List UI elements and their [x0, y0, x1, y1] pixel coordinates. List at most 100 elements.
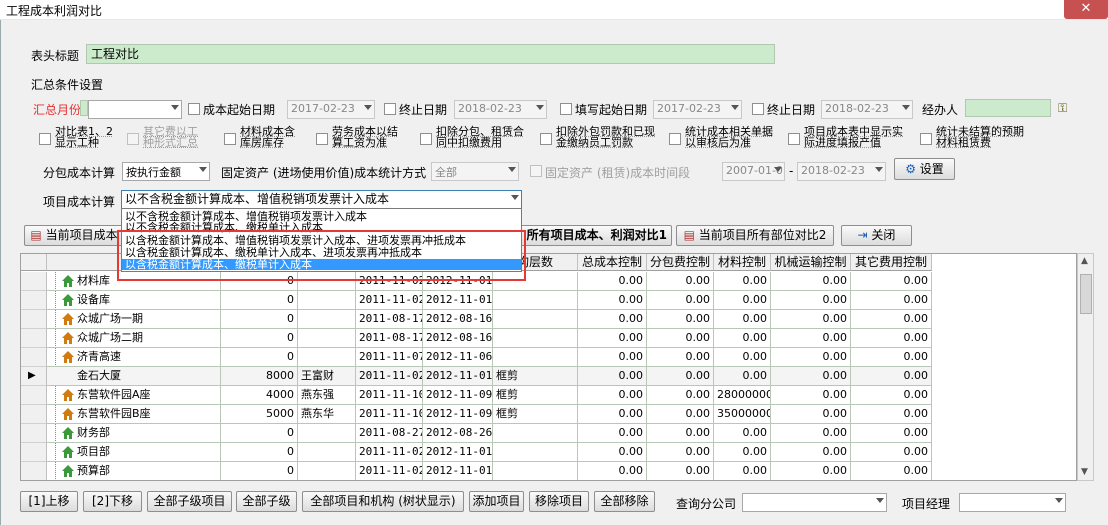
opt-checkbox-4[interactable] [316, 133, 328, 145]
cell-end[interactable]: 2012-11-09 [423, 386, 493, 405]
end-date-checkbox-2[interactable] [752, 103, 764, 115]
cell-area[interactable]: 0 [221, 424, 298, 443]
current-project-parts-button[interactable]: ▤ 当前项目所有部位对比2 [676, 225, 834, 246]
table-row[interactable]: 东营软件园B座 5000 燕东华 2011-11-10 2012-11-09 框剪 0.00… [21, 405, 932, 424]
cell-v3[interactable]: 0.00 [714, 272, 771, 291]
window-close-button[interactable]: ✕ [1064, 0, 1108, 19]
scroll-up-icon[interactable]: ▲ [1081, 256, 1088, 266]
cell-v2[interactable]: 0.00 [647, 386, 714, 405]
cell-v5[interactable]: 0.00 [851, 348, 932, 367]
cell-start[interactable]: 2011-08-17 [356, 329, 423, 348]
cell-type[interactable] [493, 424, 578, 443]
cell-v5[interactable]: 0.00 [851, 367, 932, 386]
cell-v1[interactable]: 0.00 [578, 367, 647, 386]
cell-v3[interactable]: 28000000. [714, 386, 771, 405]
cell-type[interactable] [493, 310, 578, 329]
project-calc-select[interactable]: 以不含税金额计算成本、增值税销项发票计入成本 [121, 190, 522, 209]
cell-v2[interactable]: 0.00 [647, 405, 714, 424]
settings-button[interactable]: ⚙ 设置 [894, 158, 955, 180]
cost-start-date[interactable]: 2017-02-23 [287, 100, 375, 119]
cell-end[interactable]: 2012-11-01 [423, 291, 493, 310]
cell-start[interactable]: 2011-11-10 [356, 386, 423, 405]
cell-type[interactable] [493, 291, 578, 310]
cell-v2[interactable]: 0.00 [647, 329, 714, 348]
cell-end[interactable]: 2012-08-16 [423, 310, 493, 329]
cell-area[interactable]: 0 [221, 310, 298, 329]
cell-v3[interactable]: 35000000. [714, 405, 771, 424]
scroll-thumb[interactable] [1080, 274, 1092, 314]
cell-mgr[interactable] [298, 310, 356, 329]
table-row[interactable]: 项目部 0 2011-11-02 2012-11-01 0.00 0.00 0.00 0.00… [21, 443, 932, 462]
cell-v4[interactable]: 0.00 [771, 367, 851, 386]
cell-v3[interactable]: 0.00 [714, 329, 771, 348]
cell-start[interactable]: 2011-11-07 [356, 348, 423, 367]
cell-v5[interactable]: 0.00 [851, 329, 932, 348]
cell-end[interactable]: 2012-08-16 [423, 329, 493, 348]
rent-start-date[interactable]: 2007-01-01 [722, 162, 785, 181]
handler-field[interactable] [965, 99, 1051, 117]
table-row[interactable]: 济青高速 0 2011-11-07 2012-11-06 0.00 0.00 0.00 0.0… [21, 348, 932, 367]
cell-start[interactable]: 2011-11-10 [356, 405, 423, 424]
cell-v4[interactable]: 0.00 [771, 424, 851, 443]
cell-v3[interactable]: 0.00 [714, 443, 771, 462]
row-indicator[interactable] [21, 348, 47, 367]
cell-mgr[interactable]: 王富财 [298, 367, 356, 386]
cell-area[interactable]: 0 [221, 348, 298, 367]
cell-v2[interactable]: 0.00 [647, 367, 714, 386]
cell-end[interactable]: 2012-11-06 [423, 348, 493, 367]
fill-start-date[interactable]: 2017-02-23 [653, 100, 742, 119]
table-row[interactable]: ▶ 金石大厦 8000 王富财 2011-11-02 2012-11-01 框剪 0.00 0.… [21, 367, 932, 386]
subcontract-select[interactable]: 按执行金额 [122, 162, 210, 181]
cell-area[interactable]: 0 [221, 329, 298, 348]
cell-mgr[interactable] [298, 348, 356, 367]
row-indicator[interactable] [21, 272, 47, 291]
cell-start[interactable]: 2011-08-27 [356, 424, 423, 443]
cell-v1[interactable]: 0.00 [578, 443, 647, 462]
opt-checkbox-5[interactable] [420, 133, 432, 145]
cell-area[interactable]: 0 [221, 443, 298, 462]
end-date-2[interactable]: 2018-02-23 [821, 100, 913, 119]
table-row[interactable]: 众城广场二期 0 2011-08-17 2012-08-16 0.00 0.00 0.00 0… [21, 329, 932, 348]
row-indicator[interactable] [21, 462, 47, 480]
current-project-cost-button[interactable]: ▤ 当前项目成本 [24, 225, 124, 246]
table-row[interactable]: 财务部 0 2011-08-27 2012-08-26 0.00 0.00 0.00 0.00… [21, 424, 932, 443]
cell-name[interactable]: 设备库 [47, 291, 221, 310]
cell-mgr[interactable] [298, 443, 356, 462]
move-up-button[interactable]: [1]上移 [20, 491, 78, 512]
cell-name[interactable]: 东营软件园A座 [47, 386, 221, 405]
row-indicator[interactable] [21, 443, 47, 462]
row-indicator[interactable] [21, 424, 47, 443]
opt-checkbox-7[interactable] [669, 133, 681, 145]
remove-all-button[interactable]: 全部移除 [594, 491, 655, 512]
cell-v4[interactable]: 0.00 [771, 443, 851, 462]
col-header-material[interactable]: 材料控制 [714, 254, 771, 271]
opt-checkbox-6[interactable] [540, 133, 552, 145]
pm-select[interactable] [959, 493, 1066, 512]
row-indicator[interactable] [21, 291, 47, 310]
cell-v2[interactable]: 0.00 [647, 348, 714, 367]
month-select[interactable] [88, 100, 182, 119]
opt-checkbox-3[interactable] [224, 133, 236, 145]
cell-type[interactable]: 框剪 [493, 367, 578, 386]
cell-v4[interactable]: 0.00 [771, 291, 851, 310]
row-indicator[interactable]: ▶ [21, 367, 47, 386]
cell-start[interactable]: 2011-11-02 [356, 291, 423, 310]
close-button[interactable]: ⇥ 关闭 [841, 225, 912, 246]
col-header-total-cost[interactable]: 总成本控制 [578, 254, 647, 271]
cell-name[interactable]: 众城广场一期 [47, 310, 221, 329]
all-projects-tree-button[interactable]: 全部项目和机构 (树状显示) [302, 491, 464, 512]
opt-checkbox-8[interactable] [788, 133, 800, 145]
cell-end[interactable]: 2012-08-26 [423, 424, 493, 443]
cell-end[interactable]: 2012-11-01 [423, 367, 493, 386]
row-indicator[interactable] [21, 386, 47, 405]
cell-v1[interactable]: 0.00 [578, 424, 647, 443]
cell-mgr[interactable] [298, 462, 356, 480]
cell-area[interactable]: 8000 [221, 367, 298, 386]
cell-type[interactable] [493, 329, 578, 348]
cell-type[interactable] [493, 348, 578, 367]
cell-v1[interactable]: 0.00 [578, 329, 647, 348]
cell-start[interactable]: 2011-11-02 [356, 462, 423, 480]
cell-type[interactable] [493, 462, 578, 480]
cell-v5[interactable]: 0.00 [851, 272, 932, 291]
cell-name[interactable]: 济青高速 [47, 348, 221, 367]
